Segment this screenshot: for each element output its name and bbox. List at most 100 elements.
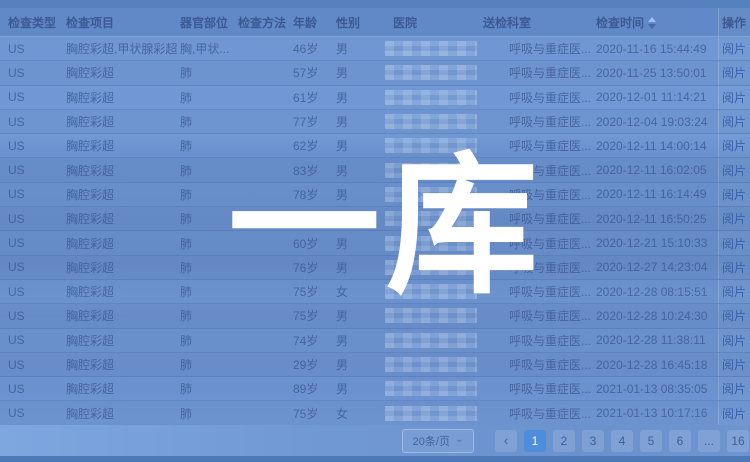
redacted-hospital-block	[385, 357, 477, 372]
page-button-5[interactable]: 5	[640, 430, 662, 452]
redacted-hospital-block	[385, 406, 477, 421]
pagination: 20条/页 ⌄ ‹ 123456... 16	[0, 425, 750, 456]
view-image-link[interactable]: 阅片	[722, 283, 746, 300]
redacted-hospital-block	[385, 65, 477, 80]
cell-type: US	[8, 358, 66, 372]
view-image-link[interactable]: 阅片	[722, 210, 746, 227]
view-image-link[interactable]: 阅片	[722, 162, 746, 179]
page-button-16[interactable]: 16	[727, 430, 749, 452]
cell-age: 61岁	[293, 89, 336, 106]
cell-time: 2021-01-13 08:35:05	[596, 382, 718, 396]
cell-dept: 呼吸与重症医...	[483, 113, 596, 130]
redacted-hospital-block	[385, 381, 477, 396]
cell-item: 胸腔彩超,甲状腺彩超	[66, 40, 180, 57]
column-header-age: 年龄	[293, 14, 336, 31]
view-image-link[interactable]: 阅片	[722, 332, 746, 349]
cell-time: 2020-11-25 13:50:01	[596, 66, 718, 80]
cell-item: 胸腔彩超	[66, 113, 180, 130]
cell-item: 胸腔彩超	[66, 64, 180, 81]
cell-organ: 肺	[180, 89, 238, 106]
cell-gender: 男	[336, 64, 385, 81]
cell-dept: 呼吸与重症医...	[483, 64, 596, 81]
cell-time: 2020-11-16 15:44:49	[596, 42, 718, 56]
cell-item: 胸腔彩超	[66, 380, 180, 397]
cell-time: 2021-01-13 10:17:16	[596, 406, 718, 420]
cell-organ: 肺	[180, 64, 238, 81]
cell-action: 阅片	[718, 280, 750, 303]
cell-organ: 肺	[180, 356, 238, 373]
cell-type: US	[8, 115, 66, 129]
page-more-button[interactable]: ...	[698, 430, 720, 452]
sort-caret-icon[interactable]	[648, 17, 656, 29]
cell-type: US	[8, 309, 66, 323]
cell-gender: 男	[336, 89, 385, 106]
cell-gender: 男	[336, 113, 385, 130]
page-button-4[interactable]: 4	[611, 430, 633, 452]
cell-action: 阅片	[718, 183, 750, 206]
cell-type: US	[8, 260, 66, 274]
cell-action: 阅片	[718, 37, 750, 60]
page-button-2[interactable]: 2	[553, 430, 575, 452]
view-image-link[interactable]: 阅片	[722, 113, 746, 130]
view-image-link[interactable]: 阅片	[722, 137, 746, 154]
view-image-link[interactable]: 阅片	[722, 89, 746, 106]
redacted-hospital-block	[385, 41, 477, 56]
cell-age: 29岁	[293, 356, 336, 373]
cell-gender: 男	[336, 380, 385, 397]
cell-hospital	[385, 357, 483, 372]
cell-time: 2020-12-28 08:15:51	[596, 285, 718, 299]
redacted-hospital-block	[385, 114, 477, 129]
table-row: US胸腔彩超,甲状腺彩超胸,甲状...46岁男呼吸与重症医...2020-11-…	[0, 37, 750, 61]
page-button-1[interactable]: 1	[524, 430, 546, 452]
view-image-link[interactable]: 阅片	[722, 380, 746, 397]
view-image-link[interactable]: 阅片	[722, 186, 746, 203]
cell-item: 胸腔彩超	[66, 162, 180, 179]
page-size-label: 20条/页	[413, 433, 450, 449]
chevron-down-icon: ⌄	[455, 434, 463, 445]
prev-page-button[interactable]: ‹	[495, 430, 517, 452]
cell-type: US	[8, 163, 66, 177]
cell-type: US	[8, 406, 66, 420]
cell-action: 阅片	[718, 207, 750, 230]
view-image-link[interactable]: 阅片	[722, 235, 746, 252]
column-header-dept: 送检科室	[483, 14, 596, 31]
column-header-time[interactable]: 检查时间	[596, 14, 718, 31]
cell-action: 阅片	[718, 377, 750, 400]
view-image-link[interactable]: 阅片	[722, 307, 746, 324]
cell-item: 胸腔彩超	[66, 283, 180, 300]
bottom-strip	[0, 456, 750, 462]
page-button-6[interactable]: 6	[669, 430, 691, 452]
cell-item: 胸腔彩超	[66, 186, 180, 203]
cell-hospital	[385, 406, 483, 421]
cell-action: 阅片	[718, 110, 750, 133]
cell-time: 2020-12-11 16:02:05	[596, 163, 718, 177]
cell-organ: 肺	[180, 380, 238, 397]
cell-type: US	[8, 187, 66, 201]
cell-age: 75岁	[293, 405, 336, 422]
view-image-link[interactable]: 阅片	[722, 259, 746, 276]
page-button-3[interactable]: 3	[582, 430, 604, 452]
view-image-link[interactable]: 阅片	[722, 64, 746, 81]
cell-item: 胸腔彩超	[66, 307, 180, 324]
cell-hospital	[385, 114, 483, 129]
cell-hospital	[385, 333, 483, 348]
cell-type: US	[8, 236, 66, 250]
view-image-link[interactable]: 阅片	[722, 40, 746, 57]
cell-dept: 呼吸与重症医...	[483, 356, 596, 373]
cell-type: US	[8, 285, 66, 299]
cell-action: 阅片	[718, 256, 750, 279]
page-buttons: 123456... 16	[517, 430, 749, 452]
cell-type: US	[8, 212, 66, 226]
table-row: US胸腔彩超肺75岁女呼吸与重症医...2021-01-13 10:17:16阅…	[0, 401, 750, 425]
view-image-link[interactable]: 阅片	[722, 405, 746, 422]
table-row: US胸腔彩超肺29岁男呼吸与重症医...2020-12-28 16:45:18阅…	[0, 353, 750, 377]
cell-action: 阅片	[718, 86, 750, 109]
view-image-link[interactable]: 阅片	[722, 356, 746, 373]
cell-time: 2020-12-11 16:50:25	[596, 212, 718, 226]
cell-type: US	[8, 382, 66, 396]
cell-action: 阅片	[718, 353, 750, 376]
redacted-hospital-block	[385, 333, 477, 348]
cell-hospital	[385, 381, 483, 396]
cell-gender: 男	[336, 356, 385, 373]
page-size-select[interactable]: 20条/页 ⌄	[402, 429, 474, 453]
